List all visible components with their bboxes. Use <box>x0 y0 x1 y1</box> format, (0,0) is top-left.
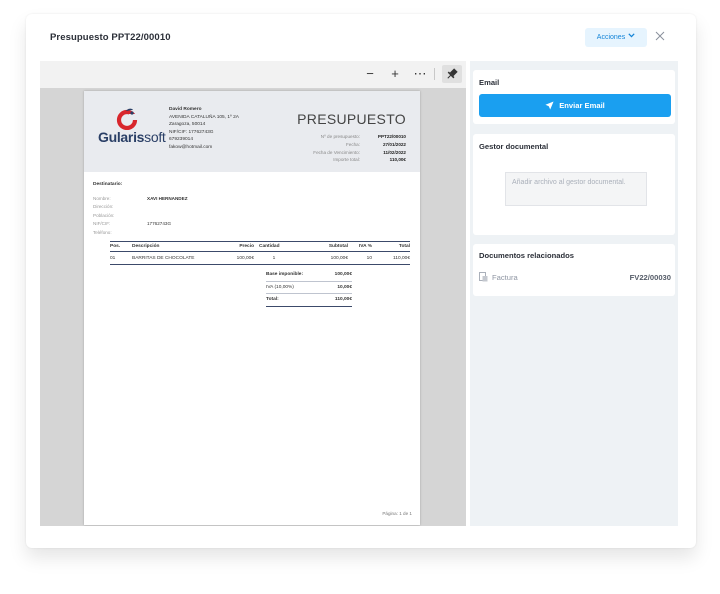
table-header: Pos. Descripción Precio Cantidad Subtota… <box>110 241 410 252</box>
recipient-block: Nombre: XAVI HERNANDEZ Dirección: Poblaci… <box>93 195 188 237</box>
meta-row: Fecha de Vencimiento: 11/02/2022 <box>313 149 406 155</box>
sender-email: fakow@hotmail.com <box>169 144 213 150</box>
recipient-row: Población: <box>93 212 115 218</box>
file-drop-zone[interactable]: Añadir archivo al gestor documental. <box>505 172 647 206</box>
zoom-out-button[interactable]: − <box>362 66 378 82</box>
totals-block: Base imponible: 100,00€ IVA (10,00%) 10,00… <box>266 269 352 307</box>
sender-nif: NIF/CIF: 17762743G <box>169 129 214 135</box>
pin-icon <box>447 68 458 79</box>
document-header: Gularissoft David Romero AVENIDA CATALUÑ… <box>84 91 420 172</box>
table-row: 01 BARRITAS DE CHOCOLATE 100,00€ 1 100,0… <box>110 252 410 265</box>
sender-city: Zaragoza, 50014 <box>169 122 206 128</box>
page-number: Página: 1 de 1 <box>382 511 412 516</box>
toolbar-divider <box>434 68 435 80</box>
sender-phone: 679239014 <box>169 137 194 143</box>
document-viewer: − + ⋯ Gularissoft David Romero AVENIDA C… <box>40 61 466 526</box>
sender-block: David Romero AVENIDA CATALUÑA 105, 1º 2A… <box>169 106 239 152</box>
related-documents-heading: Documentos relacionados <box>479 251 574 260</box>
document-title: PRESUPUESTO <box>297 111 406 127</box>
gularis-logo-icon <box>116 108 138 130</box>
related-document-number: FV22/00030 <box>629 272 671 282</box>
send-icon <box>545 101 554 110</box>
totals-row: Base imponible: 100,00€ <box>266 269 352 282</box>
send-email-label: Enviar Email <box>559 101 605 110</box>
side-panel: Email Enviar Email Gestor documental Aña… <box>470 61 678 526</box>
document-manager-heading: Gestor documental <box>479 142 549 151</box>
email-card: Email Enviar Email <box>473 70 675 124</box>
more-options-button[interactable]: ⋯ <box>412 66 428 82</box>
close-icon[interactable] <box>653 29 667 45</box>
recipient-row: Nombre: XAVI HERNANDEZ <box>93 196 188 201</box>
invoice-icon <box>479 272 488 282</box>
meta-row: Nº de presupuesto: PPT22/00010 <box>320 134 406 139</box>
recipient-row: Teléfono: <box>93 229 112 235</box>
totals-row: IVA (10,00%) 10,00€ <box>266 282 352 294</box>
recipient-heading: Destinatario: <box>93 182 123 187</box>
send-email-button[interactable]: Enviar Email <box>479 94 671 117</box>
actions-dropdown-button[interactable]: Acciones <box>585 28 647 47</box>
meta-row: Importe total: 110,00€ <box>333 157 406 163</box>
related-documents-card: Documentos relacionados Factura FV22/000… <box>473 244 675 296</box>
sender-address: AVENIDA CATALUÑA 105, 1º 2A <box>169 114 240 120</box>
meta-row: Fecha: 27/01/2022 <box>345 141 406 147</box>
document-page: Gularissoft David Romero AVENIDA CATALUÑ… <box>84 91 420 525</box>
related-document-type: Factura <box>492 272 518 282</box>
sender-name: David Romero <box>169 107 202 112</box>
chevron-down-icon <box>628 33 635 40</box>
line-items-table: Pos. Descripción Precio Cantidad Subtota… <box>110 241 410 265</box>
gularis-logo-text: Gularissoft <box>98 129 166 145</box>
document-meta: Nº de presupuesto: PPT22/00010 Fecha: 27/0… <box>294 133 406 164</box>
email-heading: Email <box>479 78 500 87</box>
viewer-toolbar: − + ⋯ <box>40 61 466 88</box>
recipient-row: NIF/CIF: 17762743G <box>93 221 172 227</box>
zoom-in-button[interactable]: + <box>387 66 403 82</box>
recipient-row: Dirección: <box>93 204 114 210</box>
presupuesto-modal: Presupuesto PPT22/00010 Acciones − + ⋯ G… <box>26 14 696 548</box>
related-document-item[interactable]: Factura FV22/00030 <box>479 271 671 283</box>
document-manager-card: Gestor documental Añadir archivo al gest… <box>473 134 675 235</box>
actions-label: Acciones <box>596 34 626 41</box>
pin-button[interactable] <box>442 65 462 83</box>
totals-row: Total: 110,00€ <box>266 294 352 307</box>
modal-title: Presupuesto PPT22/00010 <box>50 32 171 43</box>
